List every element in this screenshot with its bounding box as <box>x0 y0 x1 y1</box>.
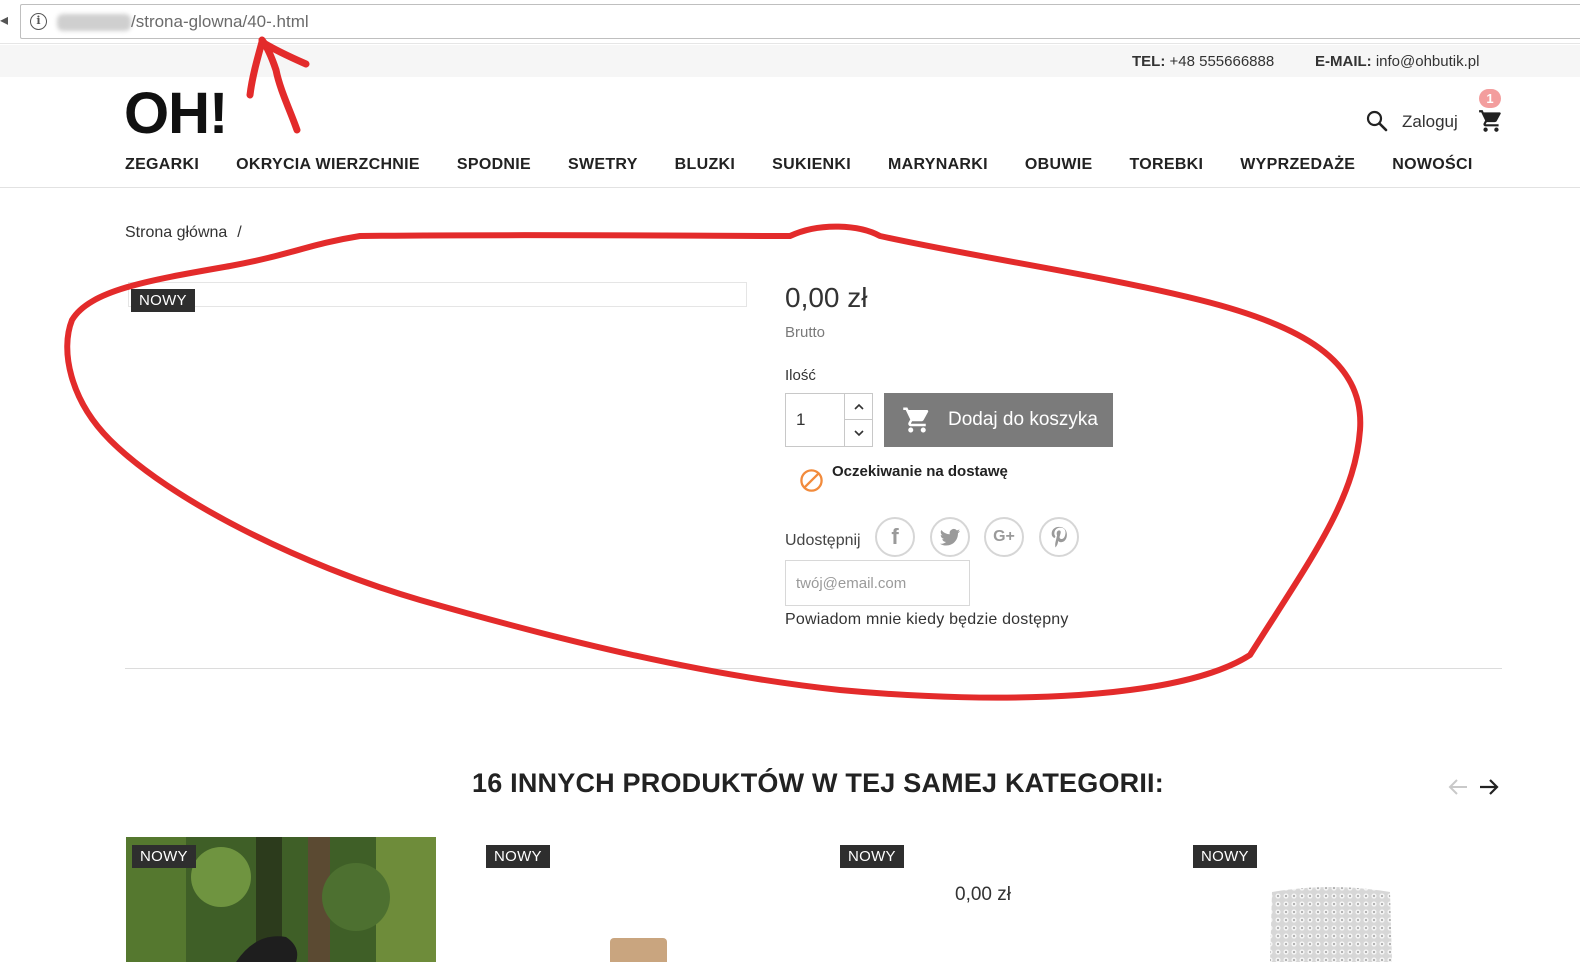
contact-strip: TEL: +48 555666888 E-MAIL: info@ohbutik.… <box>0 45 1580 77</box>
breadcrumb-home[interactable]: Strona główna <box>125 224 227 241</box>
related-product-price-3: 0,00 zł <box>955 884 1011 905</box>
cart-icon <box>903 407 929 433</box>
search-icon[interactable] <box>1366 110 1388 132</box>
product-image-frame[interactable] <box>128 282 747 307</box>
nav-item-marynarki[interactable]: MARYNARKI <box>888 156 988 180</box>
nav-item-wyprzedaze[interactable]: WYPRZEDAŻE <box>1240 156 1355 180</box>
contact-email: E-MAIL: info@ohbutik.pl <box>1315 53 1479 70</box>
quantity-input[interactable] <box>786 394 844 446</box>
twitter-icon[interactable] <box>930 517 970 557</box>
notify-email-input[interactable] <box>785 560 970 606</box>
share-label: Udostępnij <box>785 532 861 549</box>
related-new-badge-4: NOWY <box>1193 845 1257 868</box>
add-to-cart-label: Dodaj do koszyka <box>948 409 1098 430</box>
notify-me-text: Powiadom mnie kiedy będzie dostępny <box>785 611 1069 628</box>
section-divider <box>125 668 1502 669</box>
related-new-badge-1: NOWY <box>132 845 196 868</box>
email-value[interactable]: info@ohbutik.pl <box>1376 53 1480 70</box>
new-badge: NOWY <box>131 289 195 312</box>
chevron-down-icon <box>853 430 864 437</box>
quantity-decrease-button[interactable] <box>844 420 872 446</box>
pinterest-icon[interactable] <box>1039 517 1079 557</box>
breadcrumb: Strona główna / <box>125 224 242 242</box>
contact-phone: TEL: +48 555666888 <box>1132 53 1274 70</box>
quantity-increase-button[interactable] <box>844 394 872 420</box>
address-bar[interactable]: i /strona-glowna/40-.html <box>20 4 1580 39</box>
login-link[interactable]: Zaloguj <box>1402 112 1458 132</box>
nav-item-spodnie[interactable]: SPODNIE <box>457 156 531 180</box>
quantity-label: Ilość <box>785 367 816 384</box>
tax-label: Brutto <box>785 324 826 341</box>
reload-icon-fragment[interactable]: ◂ <box>0 10 8 30</box>
nav-item-obuwie[interactable]: OBUWIE <box>1025 156 1093 180</box>
related-new-badge-2: NOWY <box>486 845 550 868</box>
facebook-icon[interactable]: f <box>875 517 915 557</box>
site-logo[interactable]: OH! <box>124 80 228 147</box>
related-product-image-4[interactable] <box>1266 884 1396 962</box>
google-plus-icon[interactable]: G+ <box>984 517 1024 557</box>
info-icon[interactable]: i <box>30 13 47 30</box>
main-nav: ZEGARKI OKRYCIA WIERZCHNIE SPODNIE SWETR… <box>125 156 1510 180</box>
header-divider <box>0 187 1580 188</box>
related-product-image-2[interactable] <box>610 938 667 962</box>
arrow-left-icon[interactable] <box>1447 776 1469 798</box>
arrow-right-icon[interactable] <box>1478 776 1500 798</box>
nav-item-bluzki[interactable]: BLUZKI <box>675 156 735 180</box>
product-price: 0,00 zł <box>785 282 868 313</box>
tel-value[interactable]: +48 555666888 <box>1170 53 1275 70</box>
nav-item-zegarki[interactable]: ZEGARKI <box>125 156 199 180</box>
nav-item-torebki[interactable]: TOREBKI <box>1129 156 1203 180</box>
blurred-domain <box>57 14 131 31</box>
nav-item-okrycia-wierzchnie[interactable]: OKRYCIA WIERZCHNIE <box>236 156 420 180</box>
annotation-overlay <box>64 36 1364 701</box>
tel-label: TEL: <box>1132 53 1166 70</box>
related-new-badge-3: NOWY <box>840 845 904 868</box>
related-products-title: 16 INNYCH PRODUKTÓW W TEJ SAMEJ KATEGORI… <box>472 768 1164 798</box>
add-to-cart-button[interactable]: Dodaj do koszyka <box>884 393 1113 447</box>
nav-item-swetry[interactable]: SWETRY <box>568 156 638 180</box>
chevron-up-icon <box>853 403 864 410</box>
email-label: E-MAIL: <box>1315 53 1372 70</box>
unavailable-icon <box>800 469 823 492</box>
nav-item-nowosci[interactable]: NOWOŚCI <box>1392 156 1472 180</box>
cart-icon[interactable] <box>1478 108 1504 134</box>
breadcrumb-separator: / <box>237 224 242 241</box>
quantity-stepper <box>785 393 873 447</box>
browser-toolbar: ◂ i /strona-glowna/40-.html <box>0 0 1580 44</box>
nav-item-sukienki[interactable]: SUKIENKI <box>772 156 851 180</box>
availability-status: Oczekiwanie na dostawę <box>832 463 1008 480</box>
cart-count-badge: 1 <box>1479 89 1501 108</box>
url-path: /strona-glowna/40-.html <box>131 12 309 31</box>
